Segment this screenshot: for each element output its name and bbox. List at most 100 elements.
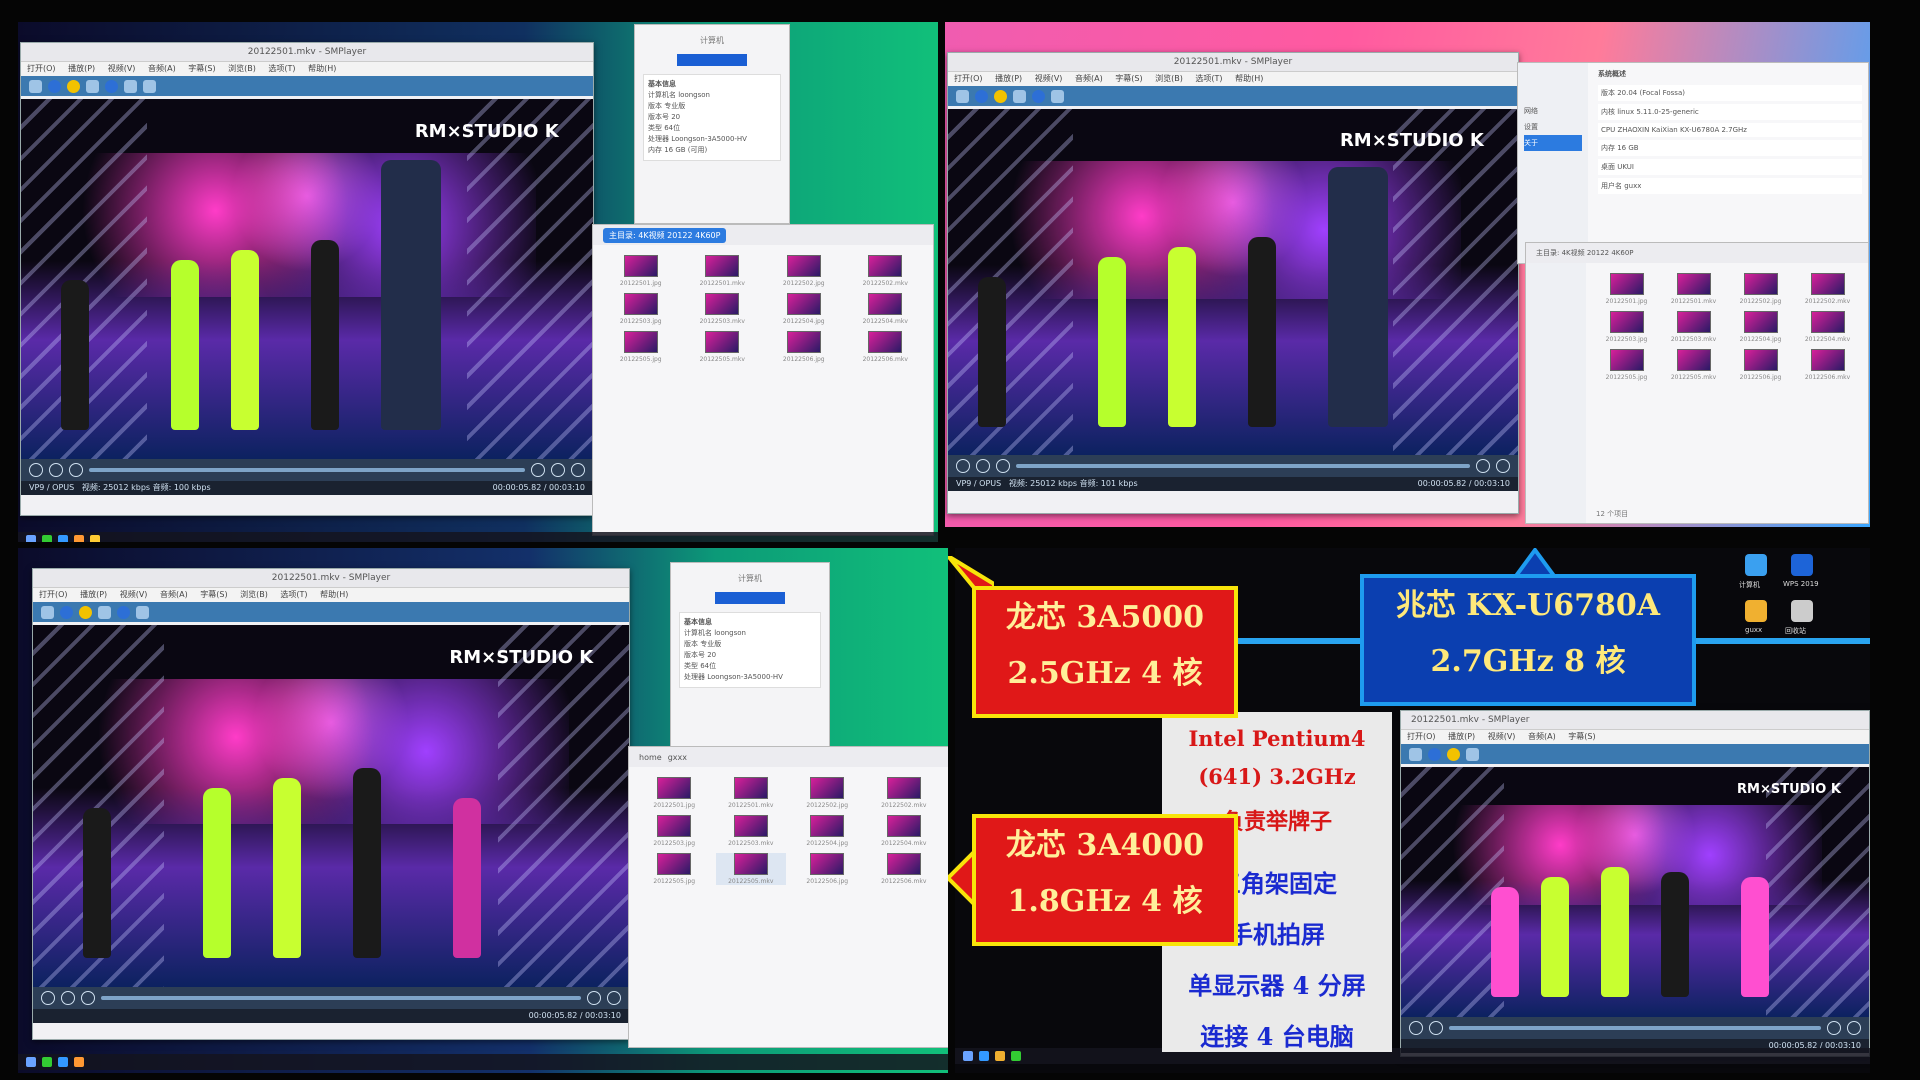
menu-item[interactable]: 浏览(B) bbox=[240, 590, 268, 599]
file-item[interactable]: 20122504.jpg bbox=[766, 293, 842, 325]
start-icon[interactable] bbox=[26, 1057, 36, 1067]
settings-icon[interactable] bbox=[143, 79, 156, 93]
tab-home[interactable]: home bbox=[639, 753, 662, 762]
rewind-icon[interactable] bbox=[69, 463, 83, 477]
menu-item[interactable]: 打开(O) bbox=[954, 74, 983, 83]
open-icon[interactable] bbox=[1409, 747, 1422, 761]
file-item[interactable]: 20122505.jpg bbox=[639, 853, 710, 885]
menu-item[interactable]: 选项(T) bbox=[280, 590, 307, 599]
globe-icon[interactable] bbox=[48, 79, 61, 93]
app-icon[interactable] bbox=[995, 1051, 1005, 1061]
video-frame[interactable]: RM×STUDIO K bbox=[948, 109, 1518, 455]
video-frame[interactable]: RM×STUDIO K bbox=[21, 99, 593, 459]
favorite-icon[interactable] bbox=[79, 605, 92, 619]
forward-icon[interactable] bbox=[1476, 459, 1490, 473]
screenshot-icon[interactable] bbox=[1466, 747, 1479, 761]
favorite-icon[interactable] bbox=[67, 79, 80, 93]
video-frame[interactable]: RM×STUDIO K bbox=[1401, 767, 1869, 1017]
rewind-icon[interactable] bbox=[81, 991, 95, 1005]
menu-item[interactable]: 音频(A) bbox=[1075, 74, 1103, 83]
start-icon[interactable] bbox=[26, 535, 36, 542]
file-item[interactable]: 20122501.jpg bbox=[603, 255, 679, 287]
menu-item[interactable]: 视频(V) bbox=[108, 64, 136, 73]
start-icon[interactable] bbox=[963, 1051, 973, 1061]
file-item[interactable]: 20122503.jpg bbox=[639, 815, 710, 847]
pause-icon[interactable] bbox=[1409, 1021, 1423, 1035]
forward-icon[interactable] bbox=[1827, 1021, 1841, 1035]
file-item[interactable]: 20122502.jpg bbox=[792, 777, 863, 809]
fullscreen-icon[interactable] bbox=[551, 463, 565, 477]
app-icon[interactable] bbox=[979, 1051, 989, 1061]
playlist-icon[interactable] bbox=[136, 605, 149, 619]
file-item[interactable]: 20122506.mkv bbox=[848, 331, 924, 363]
file-item[interactable]: 20122506.jpg bbox=[1730, 349, 1791, 381]
app-icon[interactable] bbox=[90, 535, 100, 542]
file-item[interactable]: 20122502.jpg bbox=[1730, 273, 1791, 305]
globe-icon[interactable] bbox=[60, 605, 73, 619]
trash-icon[interactable] bbox=[1791, 600, 1813, 622]
forward-icon[interactable] bbox=[531, 463, 545, 477]
open-icon[interactable] bbox=[956, 89, 969, 103]
menu-item[interactable]: 字幕(S) bbox=[1115, 74, 1142, 83]
file-item[interactable]: 20122503.mkv bbox=[716, 815, 787, 847]
menu-item[interactable]: 选项(T) bbox=[1195, 74, 1222, 83]
open-icon[interactable] bbox=[41, 605, 54, 619]
menu-item[interactable]: 音频(A) bbox=[148, 64, 176, 73]
pause-icon[interactable] bbox=[956, 459, 970, 473]
app-icon[interactable] bbox=[1011, 1051, 1021, 1061]
sidebar-item[interactable]: 网络 bbox=[1524, 103, 1582, 119]
menu-item[interactable]: 帮助(H) bbox=[320, 590, 348, 599]
favorite-icon[interactable] bbox=[1447, 747, 1460, 761]
file-item[interactable]: 20122504.jpg bbox=[1730, 311, 1791, 343]
playlist-icon[interactable] bbox=[124, 79, 137, 93]
seek-bar[interactable] bbox=[1016, 464, 1470, 468]
file-item[interactable]: 20122505.jpg bbox=[1596, 349, 1657, 381]
stop-icon[interactable] bbox=[49, 463, 63, 477]
path-breadcrumb[interactable]: 主目录: 4K视频 20122 4K60P bbox=[1536, 248, 1634, 258]
volume-icon[interactable] bbox=[1496, 459, 1510, 473]
menu-item[interactable]: 音频(A) bbox=[160, 590, 188, 599]
file-item[interactable]: 20122501.jpg bbox=[1596, 273, 1657, 305]
seek-bar[interactable] bbox=[89, 468, 525, 472]
sidebar-item[interactable]: 设置 bbox=[1524, 119, 1582, 135]
file-item[interactable]: 20122501.mkv bbox=[685, 255, 761, 287]
stop-icon[interactable] bbox=[61, 991, 75, 1005]
file-item[interactable]: 20122504.mkv bbox=[1797, 311, 1858, 343]
file-item[interactable]: 20122505.jpg bbox=[603, 331, 679, 363]
seek-bar[interactable] bbox=[101, 996, 581, 1000]
file-item[interactable]: 20122502.mkv bbox=[1797, 273, 1858, 305]
menu-item[interactable]: 视频(V) bbox=[1035, 74, 1063, 83]
app-icon[interactable] bbox=[58, 535, 68, 542]
menu-item[interactable]: 播放(P) bbox=[68, 64, 95, 73]
menu-item[interactable]: 打开(O) bbox=[27, 64, 56, 73]
file-item[interactable]: 20122501.mkv bbox=[716, 777, 787, 809]
file-item[interactable]: 20122506.jpg bbox=[766, 331, 842, 363]
file-item[interactable]: 20122505.mkv bbox=[685, 331, 761, 363]
menu-item[interactable]: 帮助(H) bbox=[308, 64, 336, 73]
file-item[interactable]: 20122503.mkv bbox=[1663, 311, 1724, 343]
menu-item[interactable]: 选项(T) bbox=[268, 64, 295, 73]
file-item[interactable]: 20122502.mkv bbox=[848, 255, 924, 287]
file-item[interactable]: 20122504.mkv bbox=[869, 815, 940, 847]
menu-item[interactable]: 视频(V) bbox=[120, 590, 148, 599]
file-item[interactable]: 20122504.jpg bbox=[792, 815, 863, 847]
app-icon[interactable] bbox=[58, 1057, 68, 1067]
file-item[interactable]: 20122503.mkv bbox=[685, 293, 761, 325]
seek-bar[interactable] bbox=[1449, 1026, 1821, 1030]
menu-item[interactable]: 字幕(S) bbox=[1568, 732, 1595, 741]
menu-item[interactable]: 浏览(B) bbox=[1155, 74, 1183, 83]
file-item[interactable]: 20122502.mkv bbox=[869, 777, 940, 809]
home-folder-icon[interactable] bbox=[1745, 600, 1767, 622]
file-item[interactable]: 20122501.mkv bbox=[1663, 273, 1724, 305]
rewind-icon[interactable] bbox=[996, 459, 1010, 473]
pause-icon[interactable] bbox=[29, 463, 43, 477]
file-item[interactable]: 20122504.mkv bbox=[848, 293, 924, 325]
menu-item[interactable]: 浏览(B) bbox=[228, 64, 256, 73]
volume-icon[interactable] bbox=[1847, 1021, 1861, 1035]
screenshot-icon[interactable] bbox=[98, 605, 111, 619]
tab-user[interactable]: gxxx bbox=[668, 753, 687, 762]
file-item[interactable]: 20122506.jpg bbox=[792, 853, 863, 885]
menu-item[interactable]: 播放(P) bbox=[1448, 732, 1475, 741]
path-breadcrumb[interactable]: 主目录: 4K视频 20122 4K60P bbox=[603, 227, 727, 243]
app-icon[interactable] bbox=[74, 1057, 84, 1067]
